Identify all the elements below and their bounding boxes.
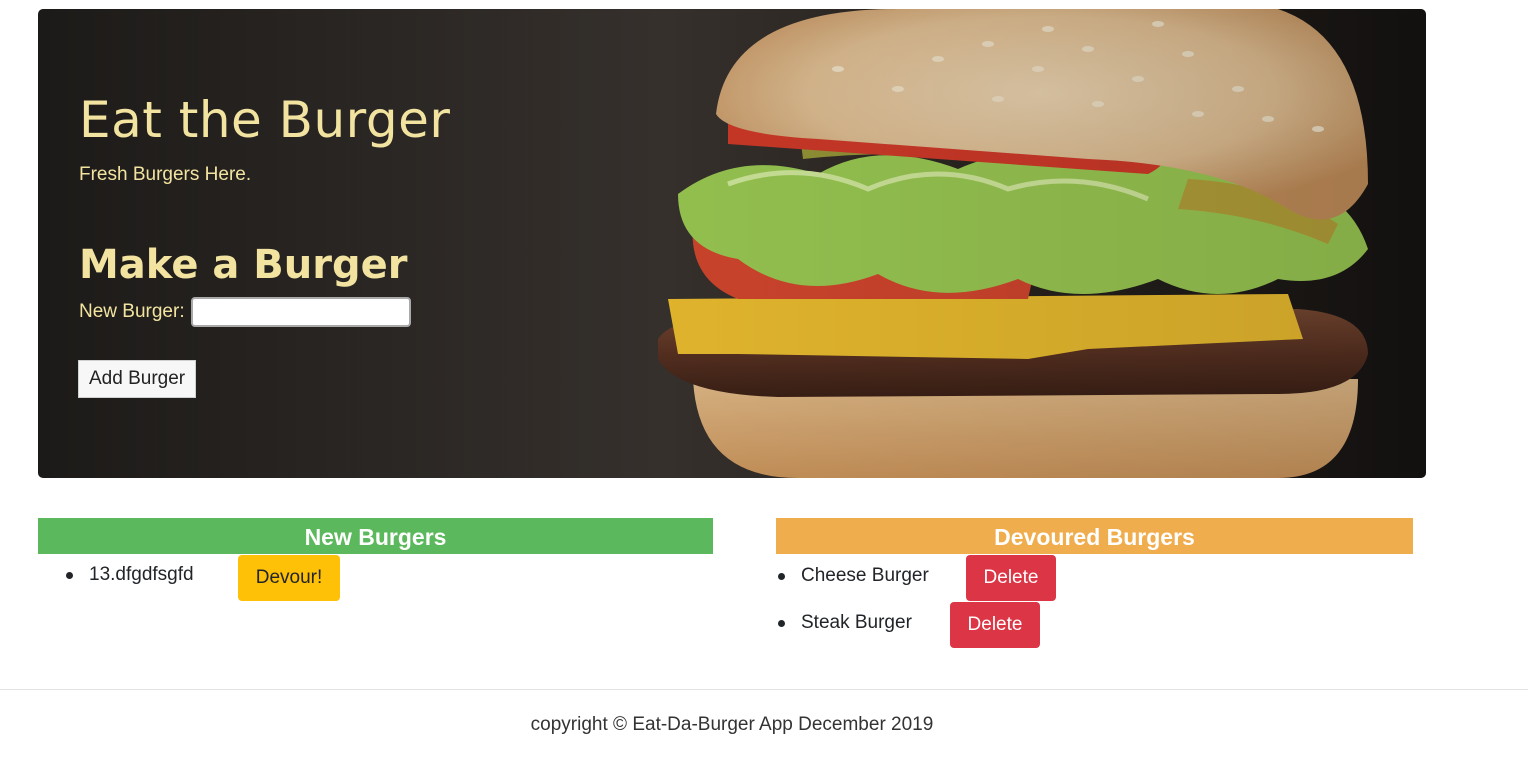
burger-name: Cheese Burger — [801, 565, 929, 586]
delete-button[interactable]: Delete — [966, 555, 1056, 601]
delete-button[interactable]: Delete — [950, 602, 1040, 648]
footer-divider — [0, 689, 1528, 690]
new-burger-input[interactable] — [190, 297, 411, 327]
devour-button[interactable]: Devour! — [238, 555, 340, 601]
list-item: Cheese Burger — [778, 565, 929, 587]
bullet-icon — [66, 571, 73, 579]
burger-name: Steak Burger — [801, 612, 912, 633]
footer-copyright: copyright © Eat-Da-Burger App December 2… — [530, 714, 934, 735]
list-item: Steak Burger — [778, 612, 912, 634]
new-burger-label: New Burger: — [79, 301, 185, 322]
jumbotron-banner: Eat the Burger Fresh Burgers Here. Make … — [38, 9, 1426, 478]
new-burger-form-row: New Burger: — [79, 297, 411, 327]
form-title: Make a Burger — [79, 242, 408, 288]
page-title: Eat the Burger — [79, 91, 451, 149]
burger-name: 13.dfgdfsgfd — [89, 564, 194, 585]
add-burger-button[interactable]: Add Burger — [78, 360, 197, 398]
bullet-icon — [778, 619, 785, 627]
new-burgers-header: New Burgers — [38, 518, 713, 554]
list-item: 13.dfgdfsgfd — [66, 564, 194, 586]
bullet-icon — [778, 572, 785, 580]
devoured-burgers-header: Devoured Burgers — [776, 518, 1413, 554]
page-subtitle: Fresh Burgers Here. — [79, 164, 252, 185]
